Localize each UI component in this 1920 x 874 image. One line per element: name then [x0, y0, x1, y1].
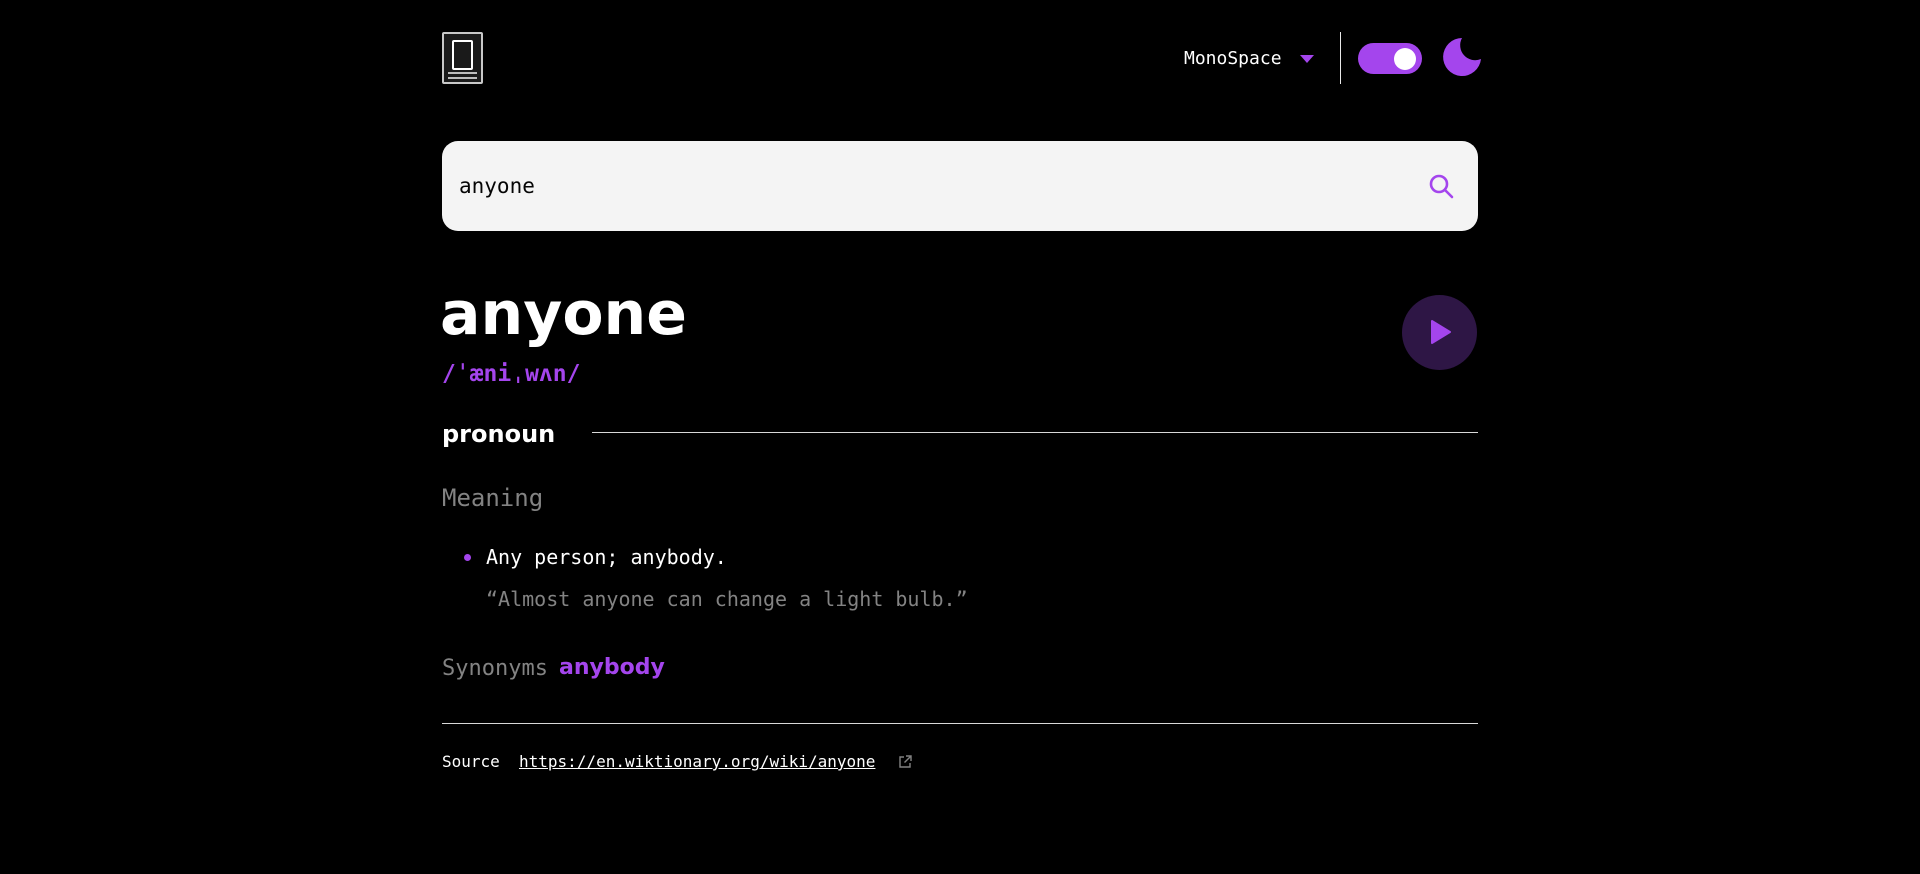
synonyms-label: Synonyms	[442, 656, 548, 681]
book-cover-shape	[452, 40, 473, 70]
book-icon[interactable]	[442, 32, 483, 84]
header-divider	[1340, 32, 1341, 84]
definition-text: Any person; anybody.	[486, 545, 727, 569]
part-of-speech: pronoun	[442, 420, 556, 448]
word-heading: anyone	[440, 279, 687, 349]
definition-example: “Almost anyone can change a light bulb.”	[486, 587, 968, 611]
meaning-label: Meaning	[442, 484, 544, 512]
book-page-line	[448, 77, 477, 79]
moon-icon[interactable]	[1440, 35, 1484, 79]
play-button[interactable]	[1402, 295, 1477, 370]
part-of-speech-divider	[592, 432, 1478, 433]
search-input[interactable]	[459, 141, 1409, 231]
synonym-link[interactable]: anybody	[559, 652, 665, 684]
font-selector-value: MonoSpace	[1184, 47, 1282, 69]
search-bar	[442, 141, 1478, 231]
dictionary-page: MonoSpace anyone /ˈæniˌwʌn/ pronoun Mean…	[0, 0, 1920, 874]
footer-divider	[442, 723, 1478, 724]
phonetic-text: /ˈæniˌwʌn/	[442, 361, 581, 387]
search-icon[interactable]	[1428, 173, 1454, 199]
source-link[interactable]: https://en.wiktionary.org/wiki/anyone	[519, 751, 875, 773]
font-selector[interactable]: MonoSpace	[1184, 46, 1314, 70]
toggle-knob	[1394, 48, 1416, 70]
chevron-down-icon	[1299, 54, 1314, 63]
source-label: Source	[442, 752, 500, 771]
external-link-icon[interactable]	[897, 754, 913, 770]
bullet-icon	[464, 554, 471, 561]
theme-toggle[interactable]	[1358, 43, 1422, 74]
book-page-line	[448, 72, 477, 74]
play-icon	[1431, 320, 1451, 344]
